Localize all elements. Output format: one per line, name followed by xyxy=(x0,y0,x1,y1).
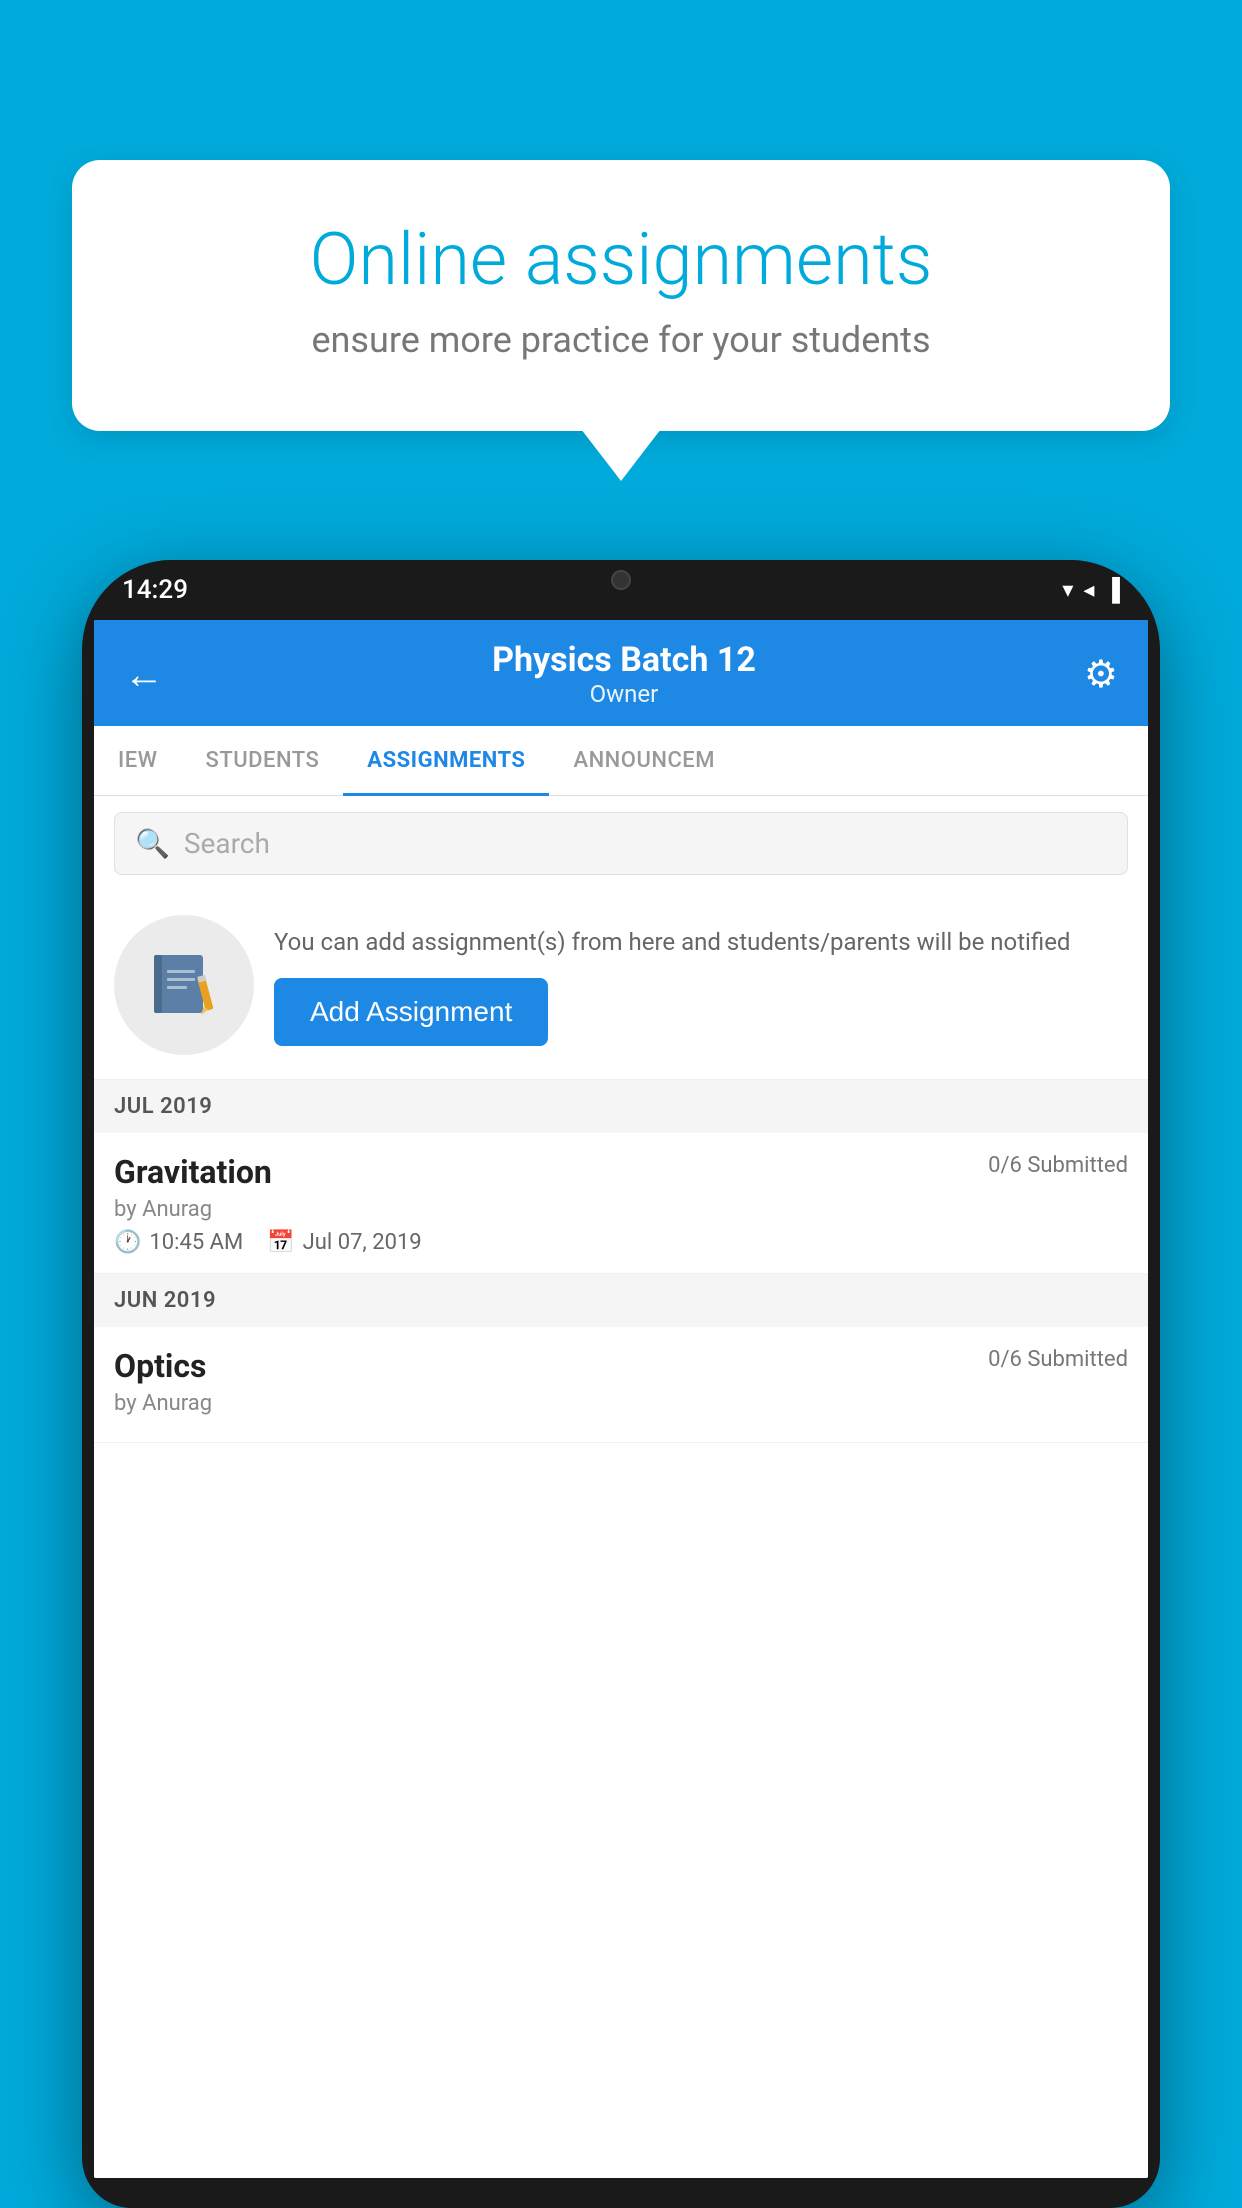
tab-iew[interactable]: IEW xyxy=(94,726,182,795)
app-header: ← Physics Batch 12 Owner ⚙ xyxy=(94,620,1148,726)
promo-description: You can add assignment(s) from here and … xyxy=(274,924,1128,960)
content-area: 🔍 Search xyxy=(94,796,1148,2178)
phone-status-icons: ▾ ◂ ▐ xyxy=(1062,577,1120,603)
optics-name: Optics xyxy=(114,1347,206,1385)
speech-bubble-subtitle: ensure more practice for your students xyxy=(142,319,1100,361)
assignment-gravitation[interactable]: Gravitation 0/6 Submitted by Anurag 🕐 10… xyxy=(94,1133,1148,1274)
clock-icon: 🕐 xyxy=(114,1230,141,1255)
wifi-icon: ▾ xyxy=(1062,578,1073,603)
promo-right: You can add assignment(s) from here and … xyxy=(274,924,1128,1046)
phone-notch xyxy=(561,560,681,600)
phone-camera xyxy=(611,570,631,590)
search-placeholder: Search xyxy=(184,827,270,860)
optics-by: by Anurag xyxy=(114,1391,1128,1416)
date-meta: 📅 Jul 07, 2019 xyxy=(267,1230,421,1255)
assignment-date: Jul 07, 2019 xyxy=(303,1230,422,1255)
batch-title: Physics Batch 12 xyxy=(492,640,756,680)
assignment-name: Gravitation xyxy=(114,1153,272,1191)
tab-students[interactable]: STUDENTS xyxy=(182,726,344,795)
phone-time: 14:29 xyxy=(122,575,188,605)
optics-top-row: Optics 0/6 Submitted xyxy=(114,1347,1128,1385)
optics-submitted: 0/6 Submitted xyxy=(988,1347,1128,1372)
search-bar-container: 🔍 Search xyxy=(94,796,1148,891)
phone-screen: ← Physics Batch 12 Owner ⚙ IEW STUDENTS … xyxy=(94,620,1148,2178)
assignment-promo: You can add assignment(s) from here and … xyxy=(94,891,1148,1080)
tab-announcements[interactable]: ANNOUNCEM xyxy=(549,726,739,795)
tabs-bar: IEW STUDENTS ASSIGNMENTS ANNOUNCEM xyxy=(94,726,1148,796)
calendar-icon: 📅 xyxy=(267,1230,294,1255)
promo-icon-circle xyxy=(114,915,254,1055)
owner-label: Owner xyxy=(492,680,756,708)
phone-frame: 14:29 ▾ ◂ ▐ ← Physics Batch 12 Owner ⚙ I… xyxy=(82,560,1160,2208)
assignment-submitted: 0/6 Submitted xyxy=(988,1153,1128,1178)
search-bar[interactable]: 🔍 Search xyxy=(114,812,1128,875)
signal-icon: ◂ xyxy=(1083,578,1094,603)
notebook-icon xyxy=(149,950,219,1020)
assignment-by: by Anurag xyxy=(114,1197,1128,1222)
speech-bubble-title: Online assignments xyxy=(142,220,1100,299)
section-jul-2019: JUL 2019 xyxy=(94,1080,1148,1133)
back-button[interactable]: ← xyxy=(124,651,164,698)
settings-icon[interactable]: ⚙ xyxy=(1084,652,1118,697)
add-assignment-button[interactable]: Add Assignment xyxy=(274,978,548,1046)
assignment-meta: 🕐 10:45 AM 📅 Jul 07, 2019 xyxy=(114,1230,1128,1255)
search-icon: 🔍 xyxy=(135,827,170,860)
header-title-block: Physics Batch 12 Owner xyxy=(492,640,756,708)
assignment-top-row: Gravitation 0/6 Submitted xyxy=(114,1153,1128,1191)
battery-icon: ▐ xyxy=(1104,577,1120,603)
time-meta: 🕐 10:45 AM xyxy=(114,1230,243,1255)
speech-bubble: Online assignments ensure more practice … xyxy=(72,160,1170,431)
phone-status-bar: 14:29 ▾ ◂ ▐ xyxy=(82,560,1160,620)
section-jun-2019: JUN 2019 xyxy=(94,1274,1148,1327)
tab-assignments[interactable]: ASSIGNMENTS xyxy=(343,726,549,795)
assignment-optics[interactable]: Optics 0/6 Submitted by Anurag xyxy=(94,1327,1148,1443)
assignment-time: 10:45 AM xyxy=(149,1230,243,1255)
